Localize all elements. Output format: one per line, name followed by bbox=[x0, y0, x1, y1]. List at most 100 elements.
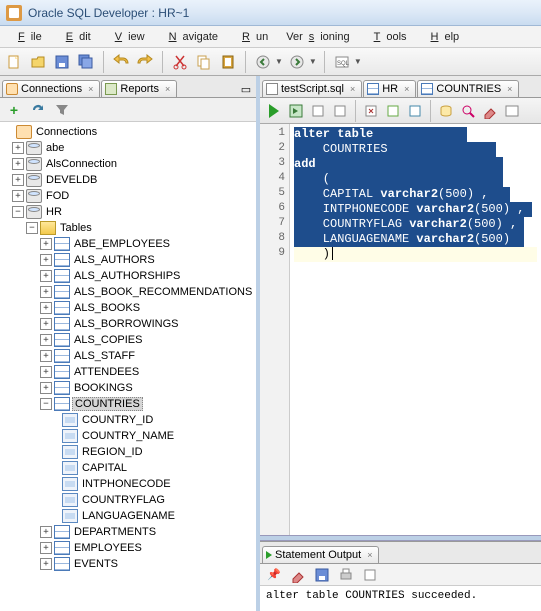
explain-plan-button[interactable] bbox=[383, 101, 403, 121]
conn-als[interactable]: AlsConnection bbox=[44, 158, 119, 170]
tables-folder[interactable]: Tables bbox=[58, 222, 94, 234]
back-button[interactable] bbox=[253, 52, 273, 72]
table-als-borrowings[interactable]: ALS_BORROWINGS bbox=[72, 318, 181, 330]
column-intphonecode[interactable]: INTPHONECODE bbox=[80, 478, 173, 490]
table-employees[interactable]: EMPLOYEES bbox=[72, 542, 144, 554]
table-bookings[interactable]: BOOKINGS bbox=[72, 382, 135, 394]
editor-area[interactable]: 1 2 3 4 5 6 7 8 9 alter table COUNTRIES … bbox=[260, 124, 541, 535]
menu-view[interactable]: View bbox=[103, 29, 151, 45]
close-icon[interactable]: × bbox=[350, 84, 355, 94]
expand-toggle[interactable]: + bbox=[40, 350, 52, 362]
table-als-authors[interactable]: ALS_AUTHORS bbox=[72, 254, 157, 266]
conn-hr[interactable]: HR bbox=[44, 206, 64, 218]
cut-button[interactable] bbox=[170, 52, 190, 72]
close-icon[interactable]: × bbox=[404, 84, 409, 94]
tab-testscript[interactable]: testScript.sql × bbox=[262, 80, 362, 97]
menu-versioning[interactable]: Versioning bbox=[280, 29, 355, 45]
expand-toggle[interactable]: + bbox=[12, 158, 24, 170]
column-country-name[interactable]: COUNTRY_NAME bbox=[80, 430, 176, 442]
tab-countries[interactable]: COUNTRIES × bbox=[417, 80, 519, 97]
close-icon[interactable]: × bbox=[88, 84, 93, 94]
output-extra-button[interactable] bbox=[360, 565, 380, 585]
collapse-toggle[interactable]: − bbox=[26, 222, 38, 234]
column-countryflag[interactable]: COUNTRYFLAG bbox=[80, 494, 167, 506]
new-connection-button[interactable]: + bbox=[4, 100, 24, 120]
tab-connections[interactable]: Connections × bbox=[2, 80, 100, 97]
menu-edit[interactable]: Edit bbox=[54, 29, 97, 45]
sql-dropdown[interactable]: ▼ bbox=[354, 57, 362, 66]
expand-toggle[interactable]: + bbox=[40, 302, 52, 314]
table-abe-employees[interactable]: ABE_EMPLOYEES bbox=[72, 238, 172, 250]
conn-fod[interactable]: FOD bbox=[44, 190, 71, 202]
close-icon[interactable]: × bbox=[165, 84, 170, 94]
save-button[interactable] bbox=[52, 52, 72, 72]
table-als-books[interactable]: ALS_BOOKS bbox=[72, 302, 142, 314]
run-script-button[interactable] bbox=[286, 101, 306, 121]
menu-help[interactable]: Help bbox=[419, 29, 466, 45]
expand-toggle[interactable]: + bbox=[40, 334, 52, 346]
column-languagename[interactable]: LANGUAGENAME bbox=[80, 510, 177, 522]
commit-button[interactable] bbox=[308, 101, 328, 121]
expand-toggle[interactable]: + bbox=[40, 558, 52, 570]
run-button[interactable] bbox=[264, 101, 284, 121]
open-button[interactable] bbox=[28, 52, 48, 72]
expand-toggle[interactable]: + bbox=[40, 526, 52, 538]
menu-navigate[interactable]: Navigate bbox=[157, 29, 224, 45]
save-all-button[interactable] bbox=[76, 52, 96, 72]
expand-toggle[interactable]: + bbox=[40, 270, 52, 282]
tab-statement-output[interactable]: Statement Output × bbox=[262, 546, 379, 563]
conn-abe[interactable]: abe bbox=[44, 142, 66, 154]
cancel-button[interactable] bbox=[361, 101, 381, 121]
refresh-button[interactable] bbox=[28, 100, 48, 120]
expand-toggle[interactable]: + bbox=[40, 286, 52, 298]
new-button[interactable] bbox=[4, 52, 24, 72]
paste-button[interactable] bbox=[218, 52, 238, 72]
back-dropdown[interactable]: ▼ bbox=[275, 57, 283, 66]
close-icon[interactable]: × bbox=[507, 84, 512, 94]
expand-toggle[interactable]: + bbox=[40, 238, 52, 250]
forward-button[interactable] bbox=[287, 52, 307, 72]
find-button[interactable] bbox=[458, 101, 478, 121]
connections-tree[interactable]: Connections + abe + AlsConnection + DEVELDB… bbox=[0, 122, 256, 611]
table-countries[interactable]: COUNTRIES bbox=[72, 397, 143, 411]
expand-toggle[interactable]: + bbox=[40, 542, 52, 554]
collapse-toggle[interactable]: − bbox=[12, 206, 24, 218]
filter-button[interactable] bbox=[52, 100, 72, 120]
table-als-book-recs[interactable]: ALS_BOOK_RECOMMENDATIONS bbox=[72, 286, 254, 298]
table-als-copies[interactable]: ALS_COPIES bbox=[72, 334, 144, 346]
sql-button[interactable]: SQL bbox=[332, 52, 352, 72]
table-attendees[interactable]: ATTENDEES bbox=[72, 366, 141, 378]
code-editor[interactable]: alter table COUNTRIES add ( CAPITAL varc… bbox=[290, 124, 541, 535]
column-capital[interactable]: CAPITAL bbox=[80, 462, 129, 474]
expand-toggle[interactable]: + bbox=[12, 142, 24, 154]
expand-toggle[interactable]: + bbox=[40, 254, 52, 266]
collapse-toggle[interactable]: − bbox=[40, 398, 52, 410]
close-icon[interactable]: × bbox=[367, 550, 372, 560]
tree-root[interactable]: Connections bbox=[34, 126, 99, 138]
expand-toggle[interactable]: + bbox=[40, 382, 52, 394]
autotrace-button[interactable] bbox=[405, 101, 425, 121]
undo-button[interactable] bbox=[111, 52, 131, 72]
expand-toggle[interactable]: + bbox=[40, 318, 52, 330]
tab-reports[interactable]: Reports × bbox=[101, 80, 177, 97]
expand-toggle[interactable]: + bbox=[12, 174, 24, 186]
copy-button[interactable] bbox=[194, 52, 214, 72]
menu-run[interactable]: Run bbox=[230, 29, 274, 45]
tab-hr[interactable]: HR × bbox=[363, 80, 416, 97]
menu-file[interactable]: File bbox=[6, 29, 48, 45]
save-output-button[interactable] bbox=[312, 565, 332, 585]
conn-develdb[interactable]: DEVELDB bbox=[44, 174, 99, 186]
print-output-button[interactable] bbox=[336, 565, 356, 585]
clear-output-button[interactable] bbox=[288, 565, 308, 585]
forward-dropdown[interactable]: ▼ bbox=[309, 57, 317, 66]
table-departments[interactable]: DEPARTMENTS bbox=[72, 526, 158, 538]
pin-button[interactable]: 📌 bbox=[264, 565, 284, 585]
format-button[interactable] bbox=[502, 101, 522, 121]
table-als-staff[interactable]: ALS_STAFF bbox=[72, 350, 137, 362]
expand-toggle[interactable]: + bbox=[40, 366, 52, 378]
table-als-authorships[interactable]: ALS_AUTHORSHIPS bbox=[72, 270, 182, 282]
table-events[interactable]: EVENTS bbox=[72, 558, 120, 570]
redo-button[interactable] bbox=[135, 52, 155, 72]
column-country-id[interactable]: COUNTRY_ID bbox=[80, 414, 155, 426]
rollback-button[interactable] bbox=[330, 101, 350, 121]
